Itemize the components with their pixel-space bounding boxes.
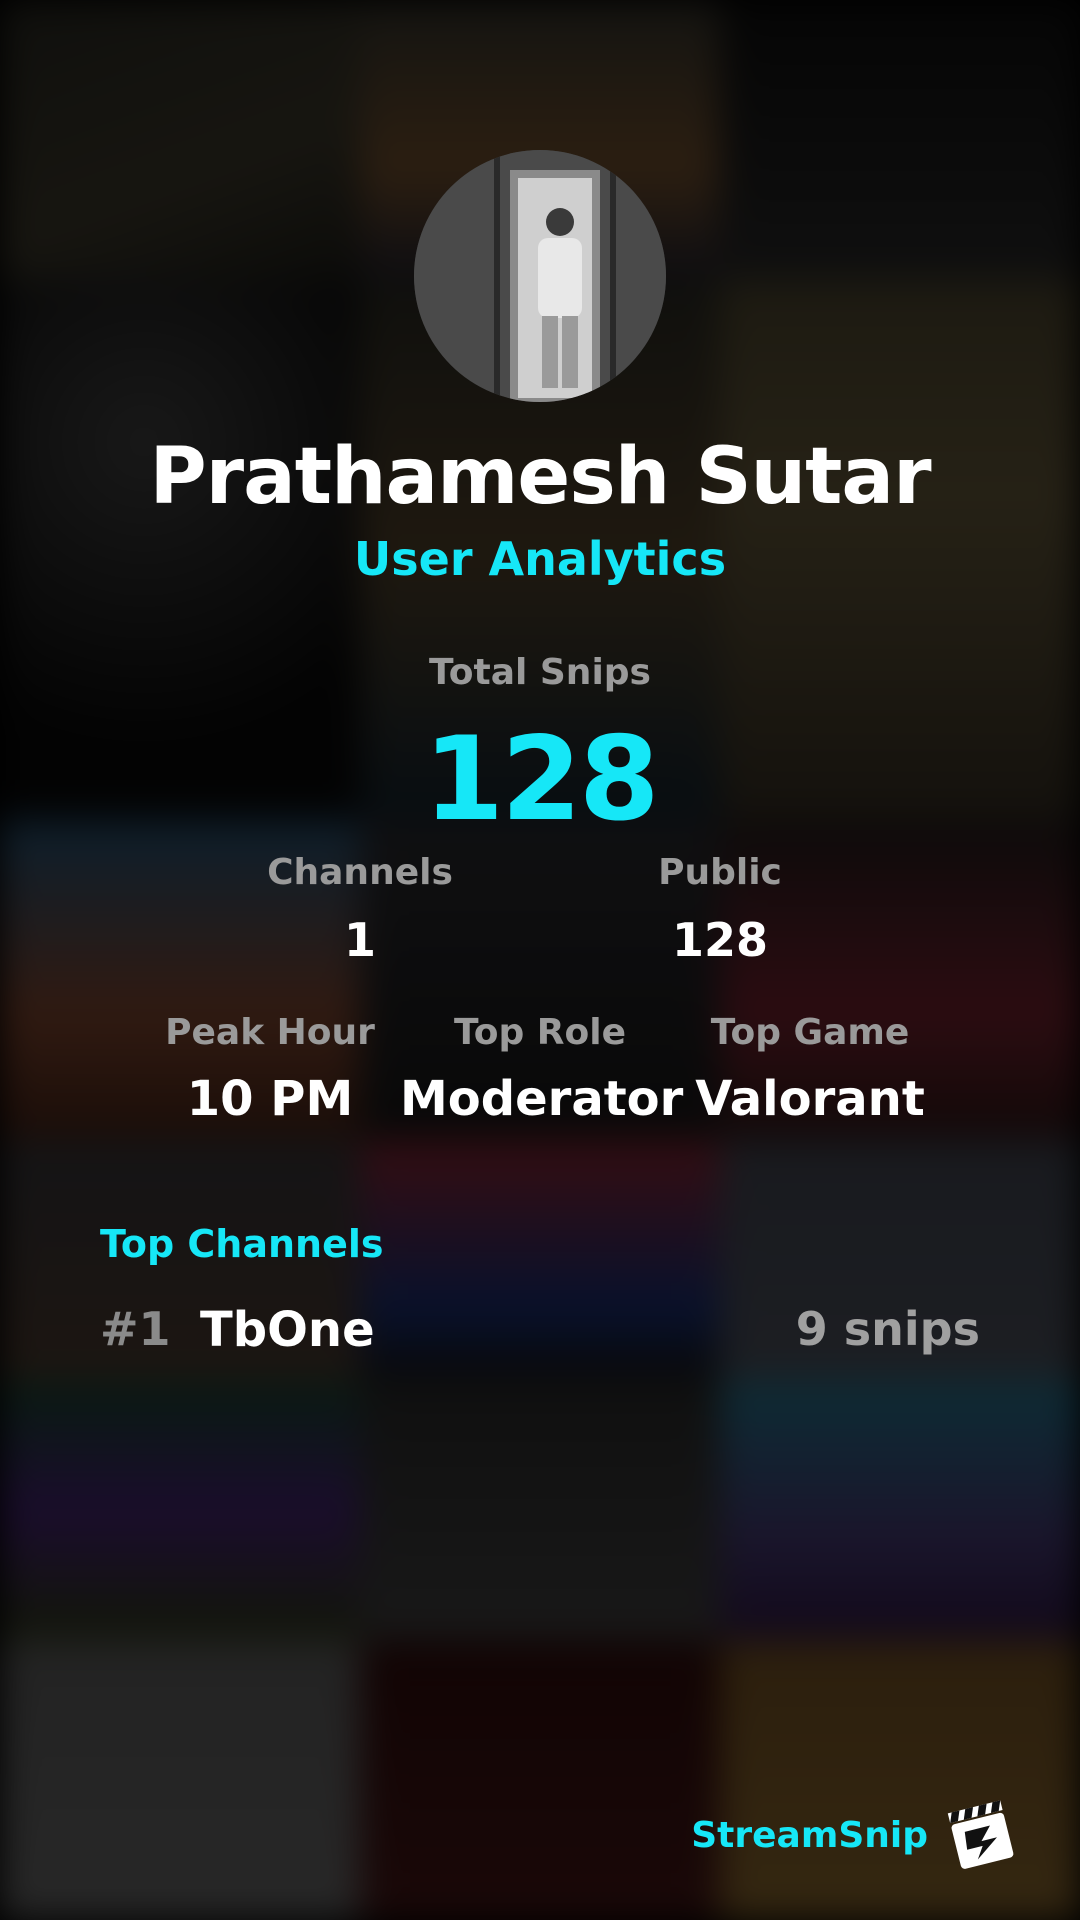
public-value: 128 xyxy=(671,913,769,967)
top-channel-row: #1 TbOne 9 snips xyxy=(100,1302,980,1362)
channel-name: TbOne xyxy=(200,1302,375,1358)
brand-footer: StreamSnip xyxy=(691,1790,1020,1880)
channel-snip-count: 9 snips xyxy=(795,1302,980,1356)
analytics-card: Prathamesh Sutar User Analytics Total Sn… xyxy=(0,0,1080,1920)
top-game-value: Valorant xyxy=(695,1071,925,1127)
peak-hour-label: Peak Hour xyxy=(165,1012,375,1053)
peak-hour-value: 10 PM xyxy=(186,1071,354,1127)
public-stat: Public 128 xyxy=(580,852,860,967)
avatar-photo xyxy=(414,150,666,402)
top-game-stat: Top Game Valorant xyxy=(670,1012,950,1127)
top-channels-title: Top Channels xyxy=(100,1222,384,1266)
public-label: Public xyxy=(658,852,782,893)
top-role-value: Moderator xyxy=(400,1071,684,1127)
channels-value: 1 xyxy=(343,913,376,967)
top-role-label: Top Role xyxy=(453,1012,627,1053)
clapperboard-icon xyxy=(947,1800,1014,1869)
page-subtitle: User Analytics xyxy=(353,532,727,586)
total-snips-value: 128 xyxy=(423,712,659,847)
user-name: Prathamesh Sutar xyxy=(149,432,931,522)
channels-label: Channels xyxy=(267,852,453,893)
channel-rank: #1 xyxy=(100,1302,171,1356)
channels-stat: Channels 1 xyxy=(220,852,500,967)
brand-name: StreamSnip xyxy=(691,1814,928,1856)
top-role-stat: Top Role Moderator xyxy=(400,1012,684,1127)
top-game-label: Top Game xyxy=(710,1012,910,1053)
total-snips-label: Total Snips xyxy=(429,652,651,693)
peak-hour-stat: Peak Hour 10 PM xyxy=(130,1012,410,1127)
avatar xyxy=(414,150,666,402)
